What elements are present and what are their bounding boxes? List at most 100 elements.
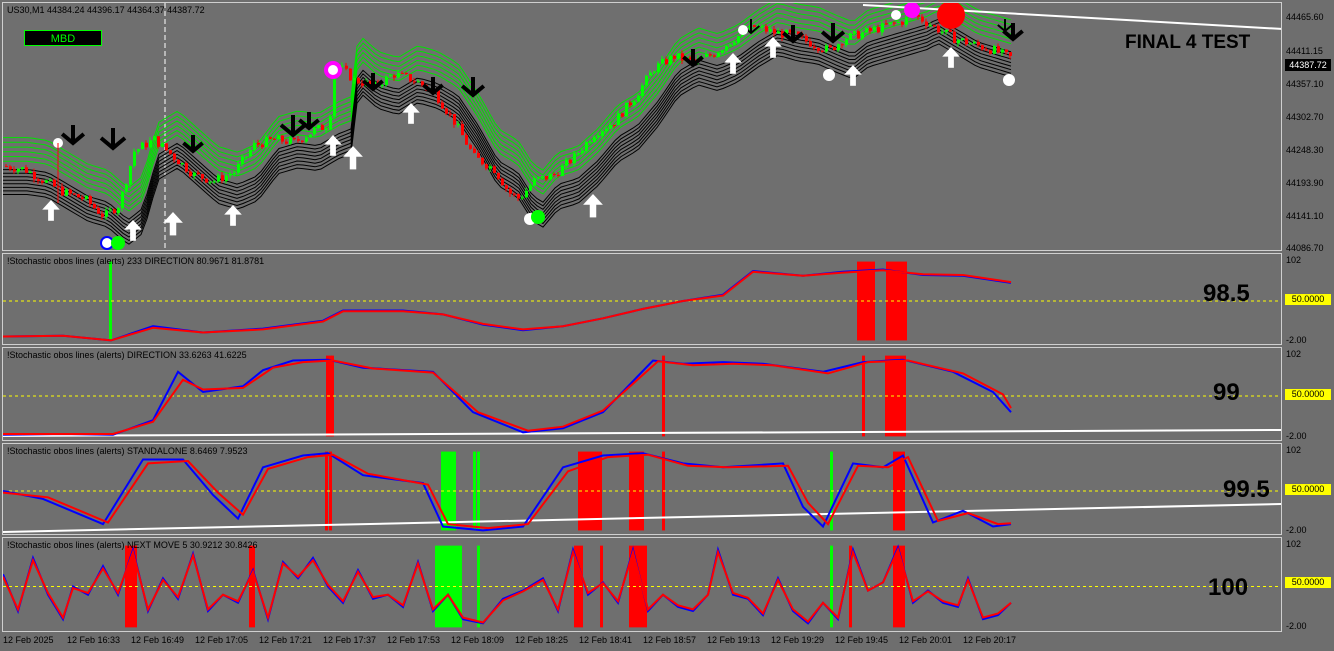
bear-candle (69, 189, 72, 194)
bull-candle (85, 196, 88, 199)
bull-candle (565, 159, 568, 166)
bear-candle (185, 163, 188, 172)
arrow-head (402, 103, 420, 113)
bear-candle (933, 25, 936, 27)
bear-candle (473, 148, 476, 153)
bull-candle (45, 180, 48, 183)
bear-candle (857, 31, 860, 39)
green-signal-bar (438, 545, 441, 628)
buy-arrow-icon (324, 135, 342, 156)
buy-arrow-icon (163, 212, 183, 236)
bear-candle (301, 140, 304, 142)
arrow-head (724, 53, 742, 63)
lower-envelope-line (3, 32, 1012, 235)
bear-candle (997, 46, 1000, 53)
bear-candle (753, 25, 756, 27)
bull-candle (353, 77, 356, 81)
bull-candle (733, 42, 736, 45)
time-tick: 12 Feb 16:33 (67, 635, 121, 645)
bull-candle (521, 197, 524, 199)
buy-arrow-icon (343, 146, 363, 170)
bear-candle (465, 135, 468, 145)
price-scale: 44465.60 44411.15 44357.10 44302.70 4424… (1283, 2, 1334, 253)
bull-candle (637, 95, 640, 102)
bull-candle (265, 137, 268, 148)
bear-candle (173, 153, 176, 160)
bear-candle (113, 209, 116, 214)
bull-candle (609, 124, 612, 129)
time-tick: 12 Feb 20:17 (963, 635, 1017, 645)
time-tick: 12 Feb 17:53 (387, 635, 441, 645)
bear-candle (709, 54, 712, 56)
indicator-big-value: 99.5 (1223, 476, 1270, 503)
bear-candle (437, 90, 440, 103)
bull-candle (837, 44, 840, 51)
bull-candle (305, 137, 308, 142)
bull-candle (1001, 49, 1004, 53)
bull-candle (309, 134, 312, 138)
stochastic-main-line (3, 544, 1012, 625)
bull-candle (49, 179, 52, 181)
bull-candle (21, 167, 24, 169)
bull-candle (853, 31, 856, 34)
scale-top: 102 (1286, 255, 1302, 265)
bear-candle (401, 72, 404, 74)
price-tick: 44357.10 (1286, 79, 1324, 89)
bear-candle (949, 29, 952, 32)
time-tick: 12 Feb 20:01 (899, 635, 953, 645)
red-signal-bar (894, 355, 897, 437)
arrow-shaft (948, 55, 954, 68)
signal-dot-icon (531, 210, 545, 224)
arrow-head (343, 146, 363, 157)
signal-dot-icon (111, 236, 125, 250)
indicator-pane-1[interactable]: !Stochastic obos lines (alerts) 233 DIRE… (2, 253, 1282, 345)
bear-candle (201, 174, 204, 179)
bear-candle (189, 171, 192, 177)
mbd-button[interactable]: MBD (24, 30, 102, 46)
bear-candle (261, 144, 264, 148)
bear-candle (293, 137, 296, 140)
bear-candle (501, 178, 504, 186)
bull-candle (253, 142, 256, 151)
time-tick: 12 Feb 16:49 (131, 635, 185, 645)
bear-candle (297, 139, 300, 141)
arrow-head (324, 135, 342, 145)
bull-candle (229, 174, 232, 176)
price-chart-pane[interactable]: US30,M1 44384.24 44396.17 44364.37 44387… (2, 2, 1282, 251)
bull-candle (125, 184, 128, 192)
bear-candle (281, 135, 284, 142)
bear-candle (901, 21, 904, 25)
bear-candle (673, 55, 676, 59)
bull-candle (529, 185, 532, 191)
bull-candle (109, 209, 112, 211)
red-signal-bar (888, 355, 891, 437)
bull-candle (589, 142, 592, 144)
bear-candle (953, 31, 956, 44)
bull-candle (721, 50, 724, 53)
bull-candle (941, 31, 944, 33)
arrow-shaft (230, 213, 236, 226)
bull-candle (329, 116, 332, 130)
bull-candle (141, 142, 144, 150)
bull-candle (541, 176, 544, 178)
arrow-shaft (130, 228, 136, 241)
indicator-header: !Stochastic obos lines (alerts) DIRECTIO… (7, 350, 247, 360)
bear-candle (81, 197, 84, 199)
indicator-pane-2[interactable]: !Stochastic obos lines (alerts) DIRECTIO… (2, 347, 1282, 441)
bull-candle (137, 149, 140, 152)
bear-candle (145, 142, 148, 148)
bear-candle (37, 179, 40, 181)
bull-candle (737, 36, 740, 43)
arrow-shaft (589, 203, 597, 218)
bull-candle (181, 163, 184, 165)
time-tick: 12 Feb 18:25 (515, 635, 569, 645)
bull-candle (289, 137, 292, 144)
signal-dot-icon (891, 10, 901, 20)
bear-candle (73, 193, 76, 195)
arrow-shaft (408, 111, 414, 124)
indicator-pane-3[interactable]: !Stochastic obos lines (alerts) STANDALO… (2, 443, 1282, 535)
price-tick: 44465.60 (1286, 12, 1324, 22)
green-signal-bar (444, 545, 447, 628)
indicator-pane-4[interactable]: !Stochastic obos lines (alerts) NEXT MOV… (2, 537, 1282, 632)
arrow-head (163, 212, 183, 223)
